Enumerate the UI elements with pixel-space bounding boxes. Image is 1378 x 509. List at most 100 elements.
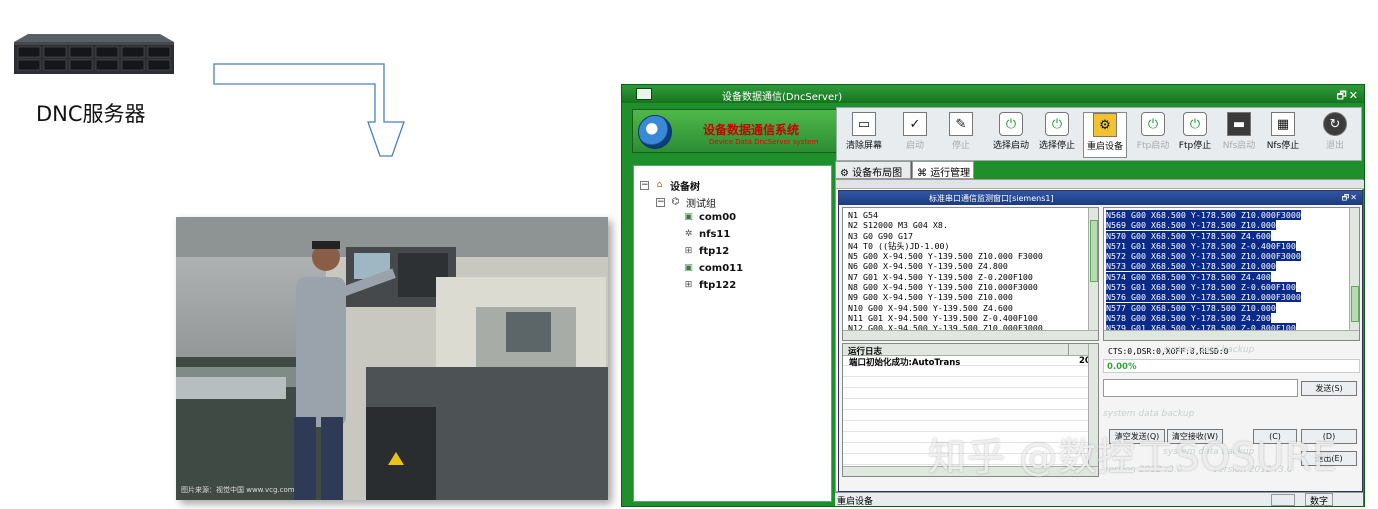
code-line-text: N577 G00 X68.500 Y-178.500 Z10.000 <box>1106 302 1276 313</box>
code-line: N3 G0 G90 G17 <box>848 230 913 241</box>
code-line: N9 G00 X-94.500 Y-139.500 Z10.000 <box>848 292 1013 303</box>
log-header: 运行日志 <box>843 344 1098 357</box>
window-titlebar[interactable]: 设备数据通信(DncServer) 🗗✕ <box>622 85 1364 103</box>
tree-item-ftp122[interactable]: ⊞ ftp122 <box>682 280 736 291</box>
vertical-scrollbar[interactable] <box>1349 208 1359 340</box>
send-button[interactable]: 发送(S) <box>1301 381 1357 396</box>
tree-item-label: com011 <box>699 263 744 274</box>
ftp-start-button[interactable]: ⏻ Ftp启动 <box>1133 112 1173 158</box>
code-line-selected: N574 G00 X68.500 Y-178.500 Z4.400 <box>1104 271 1359 282</box>
toolbar-label: Ftp启动 <box>1136 141 1170 151</box>
code-line-text: N575 G01 X68.500 Y-178.500 Z-0.600F100 <box>1106 282 1296 293</box>
horizontal-scrollbar[interactable] <box>1104 330 1359 340</box>
vertical-scrollbar[interactable] <box>1088 208 1098 340</box>
received-code-pane[interactable]: N568 G00 X68.500 Y-178.500 Z10.000F3000 N… <box>1103 207 1360 341</box>
exit-button[interactable]: ↻ 退出 <box>1315 112 1355 158</box>
power-icon: ⏻ <box>999 112 1023 136</box>
flow-arrow-icon <box>213 63 405 157</box>
tree-item-com011[interactable]: ▣ com011 <box>682 263 743 274</box>
log-row <box>843 411 1098 421</box>
brand-subtitle: Device Data DncServer system <box>709 138 819 146</box>
code-line: N4 T0 ((钻头)JD-1.00) <box>848 240 950 251</box>
collapse-icon[interactable]: − <box>656 198 665 207</box>
select-stop-button[interactable]: ⏻ 选择停止 <box>1035 112 1079 158</box>
code-lines: N1 G54 N2 S12000 M3 G04 X8. N3 G0 G90 G17 N… <box>843 208 1098 340</box>
backdrop-text: system data backup <box>1103 409 1195 419</box>
log-row <box>843 367 1098 377</box>
server-rack-image <box>14 34 174 74</box>
tab-run-management[interactable]: ⌘ 运行管理 <box>912 161 974 179</box>
zhihu-watermark: 知乎 @数控工SOSURE <box>928 435 1338 479</box>
monitor-title: 标准串口通信监测窗口[siemens1] <box>929 194 1054 203</box>
toolbar-label: 重启设备 <box>1086 142 1123 152</box>
collapse-icon[interactable]: − <box>640 181 649 190</box>
stop-button[interactable]: ✎ 停止 <box>941 112 981 158</box>
code-line-selected: N578 G00 X68.500 Y-178.500 Z4.200 <box>1104 312 1359 323</box>
status-message: 重启设备 <box>837 497 874 507</box>
code-lines: N568 G00 X68.500 Y-178.500 Z10.000F3000 N… <box>1104 208 1359 340</box>
toolbar-label: 选择停止 <box>1038 141 1075 151</box>
device-tree: − ⌂ 设备树 − ⌬ 测试组 ▣ com00 ✲ nfs11 ⊞ ftp12 <box>633 165 832 502</box>
toolbar: ▭ 清除屏幕 ✓ 启动 ✎ 停止 ⏻ 选择启动 ⏻ 选择停止 ⚙ 重启设备 ⏻ … <box>836 107 1362 161</box>
code-line: N10 G00 X-94.500 Y-139.500 Z4.600 <box>848 302 1013 313</box>
tree-group[interactable]: − ⌬ 测试组 <box>656 195 716 210</box>
tab-layout[interactable]: ⚙ 设备布局图 <box>835 161 911 179</box>
start-button[interactable]: ✓ 启动 <box>895 112 935 158</box>
group-icon: ⌬ <box>671 197 680 207</box>
status-bar: 重启设备 数字 <box>835 492 1363 507</box>
brand-banner: 设备数据通信系统 Device Data DncServer system <box>632 109 840 153</box>
photo-credit: 图片来源：视觉中国 www.vcg.com <box>181 486 295 494</box>
window-controls[interactable]: 🗗✕ <box>1336 87 1360 106</box>
tree-item-com00[interactable]: ▣ com00 <box>682 212 736 223</box>
nfs-stop-button[interactable]: ▦ Nfs停止 <box>1263 112 1303 158</box>
code-line-text: N570 G00 X68.500 Y-178.500 Z4.600 <box>1106 230 1271 241</box>
tab-label: 设备布局图 <box>852 168 903 179</box>
power-icon: ⏻ <box>1045 112 1069 136</box>
code-line-selected: N571 G01 X68.500 Y-178.500 Z-0.400F100 <box>1104 240 1359 251</box>
stop-icon: ✎ <box>949 112 973 136</box>
log-row[interactable]: 端口初始化成功:AutoTrans 2016 <box>843 356 1098 368</box>
tree-item-ftp12[interactable]: ⊞ ftp12 <box>682 246 730 257</box>
tree-group-label: 测试组 <box>686 199 716 210</box>
code-line-text: N569 G00 X68.500 Y-178.500 Z10.000 <box>1106 220 1276 231</box>
clear-screen-icon: ▭ <box>852 112 876 136</box>
tree-item-label: ftp122 <box>699 280 737 291</box>
status-cell <box>1271 494 1295 506</box>
scroll-thumb[interactable] <box>1090 220 1098 282</box>
restart-device-button[interactable]: ⚙ 重启设备 <box>1083 112 1127 158</box>
horizontal-scrollbar[interactable] <box>843 330 1098 340</box>
monitor-controls[interactable]: 🗗✕ <box>1342 192 1358 206</box>
ftp-stop-button[interactable]: ⏻ Ftp停止 <box>1175 112 1215 158</box>
code-line: N2 S12000 M3 G04 X8. <box>848 220 948 231</box>
column-header <box>836 180 1364 189</box>
select-start-button[interactable]: ⏻ 选择启动 <box>989 112 1033 158</box>
code-line-text: N572 G00 X68.500 Y-178.500 Z10.000F3000 <box>1106 251 1301 262</box>
tree-item-label: nfs11 <box>699 229 731 240</box>
log-row <box>843 400 1098 410</box>
slide: DNC服务器 图片来源：视觉中国 www.vcg.com 设备数据通信(DncS… <box>0 0 1378 509</box>
scroll-thumb[interactable] <box>1351 286 1359 322</box>
monitor-icon: ▬ <box>1227 112 1251 136</box>
clear-screen-button[interactable]: ▭ 清除屏幕 <box>841 112 887 158</box>
sent-code-pane[interactable]: N1 G54 N2 S12000 M3 G04 X8. N3 G0 G90 G17 N… <box>842 207 1099 341</box>
status-mode: 数字 <box>1305 493 1333 507</box>
transfer-progress: 0.00% <box>1103 359 1360 373</box>
brand-title: 设备数据通信系统 <box>703 123 800 137</box>
device-icon: ✲ <box>684 229 693 239</box>
send-input[interactable] <box>1103 379 1298 397</box>
network-icon: ⌘ <box>917 168 931 179</box>
code-line-text: N571 G01 X68.500 Y-178.500 Z-0.400F100 <box>1106 240 1296 251</box>
exit-icon: ↻ <box>1323 112 1347 136</box>
restart-icon: ⚙ <box>1093 113 1117 137</box>
network-icon: ⊞ <box>684 280 693 290</box>
toolbar-label: 退出 <box>1325 141 1344 151</box>
code-line-selected: N576 G00 X68.500 Y-178.500 Z10.000F3000 <box>1104 292 1359 303</box>
tree-root-label: 设备树 <box>670 182 700 193</box>
tree-root[interactable]: − ⌂ 设备树 <box>640 178 700 193</box>
tree-item-nfs11[interactable]: ✲ nfs11 <box>682 229 731 240</box>
app-icon <box>636 88 652 100</box>
progress-percent: 0.00% <box>1107 362 1137 372</box>
code-line-selected: N570 G00 X68.500 Y-178.500 Z4.600 <box>1104 230 1359 241</box>
monitor-titlebar[interactable]: 标准串口通信监测窗口[siemens1] 🗗✕ <box>839 191 1362 205</box>
nfs-start-button[interactable]: ▬ Nfs启动 <box>1219 112 1259 158</box>
